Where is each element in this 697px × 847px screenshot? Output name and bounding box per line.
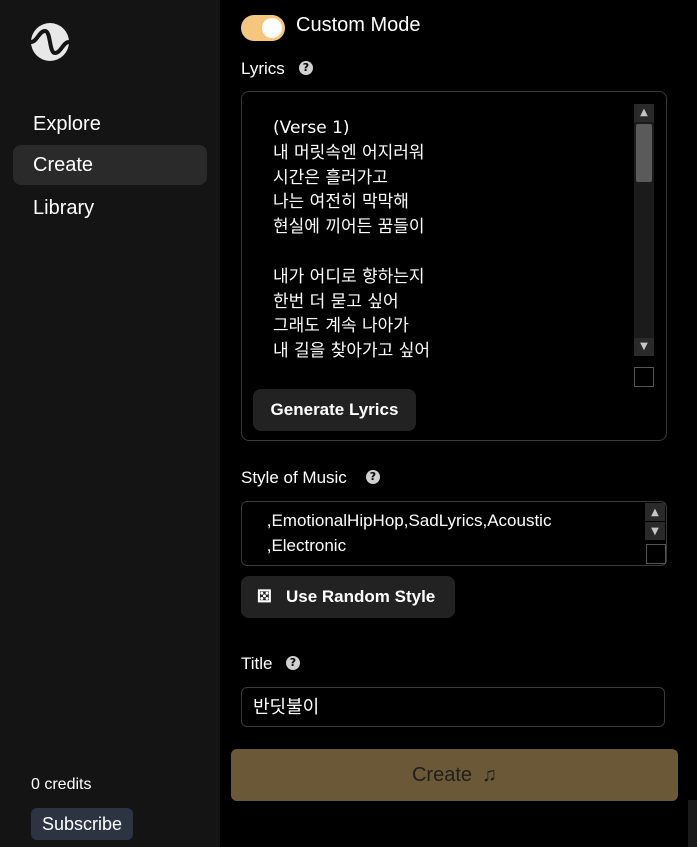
create-button-label: Create [411,764,473,786]
generate-lyrics-button[interactable]: Generate Lyrics [253,389,416,431]
nav-explore[interactable]: Explore [13,104,207,144]
window-edge [688,800,697,847]
logo-icon[interactable] [29,22,71,62]
style-help-icon[interactable]: ? [366,470,380,484]
custom-mode-toggle[interactable] [241,15,285,41]
style-scrollbar[interactable]: ▲ ▼ [645,503,665,541]
sidebar: Explore Create Library 0 credits Subscri… [0,0,220,847]
music-note-icon: ♫ [482,764,498,786]
lyrics-label: Lyrics [241,59,285,78]
title-help-icon[interactable]: ? [286,656,300,670]
style-label: Style of Music [241,468,347,487]
nav-create[interactable]: Create [13,145,207,185]
title-input[interactable]: 반딧불이 [241,687,665,727]
use-random-style-button[interactable]: ⚄ Use Random Style [241,576,455,618]
lyrics-field[interactable]: (Verse 1) 내 머릿속엔 어지러워 시간은 흘러가고 나는 여전히 막막… [241,91,667,441]
custom-mode-label: Custom Mode [296,14,421,36]
subscribe-button[interactable]: Subscribe [31,808,133,840]
scroll-up-icon[interactable]: ▲ [634,104,654,122]
lyrics-help-icon[interactable]: ? [299,61,313,75]
scroll-down-icon[interactable]: ▼ [634,338,654,356]
lyrics-scrollbar[interactable]: ▲ ▼ [634,104,654,356]
title-label: Title [241,654,273,673]
style-field[interactable]: ,EmotionalHipHop,SadLyrics,Acoustic ,Ele… [241,501,667,566]
style-scroll-down-icon[interactable]: ▼ [645,522,665,541]
style-resize-handle-icon[interactable] [646,544,666,564]
use-random-style-label: Use Random Style [286,587,436,606]
create-panel: Custom Mode Lyrics ? (Verse 1) 내 머릿속엔 어지… [220,0,697,847]
lyrics-textarea[interactable]: (Verse 1) 내 머릿속엔 어지러워 시간은 흘러가고 나는 여전히 막막… [273,116,633,366]
nav-library[interactable]: Library [13,188,207,228]
scroll-thumb[interactable] [636,124,652,182]
credits-count: 0 credits [31,776,92,793]
create-button[interactable]: Create ♫ [231,749,678,801]
toggle-knob [262,18,282,38]
style-scroll-up-icon[interactable]: ▲ [645,503,665,522]
resize-handle-icon[interactable] [634,367,654,387]
style-textarea[interactable]: ,EmotionalHipHop,SadLyrics,Acoustic ,Ele… [262,508,642,558]
dice-icon: ⚄ [257,587,272,606]
